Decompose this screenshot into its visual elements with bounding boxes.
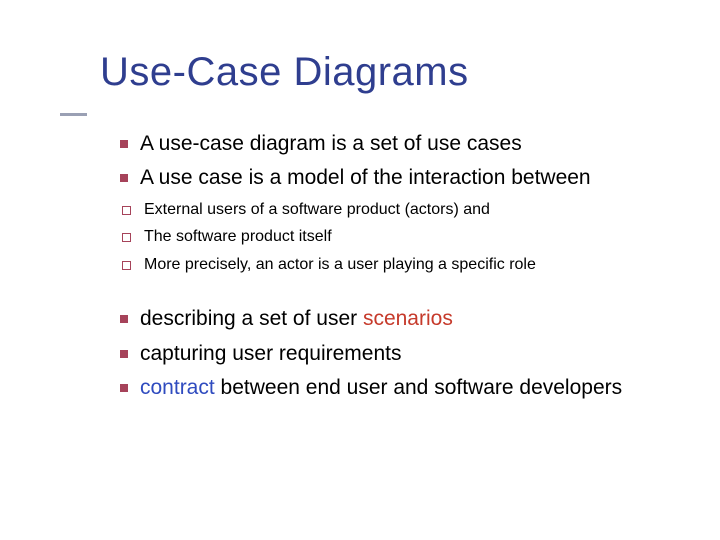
slide: Use-Case Diagrams A use-case diagram is … [0,0,720,540]
text: between end user and software developers [215,376,622,399]
list-item: A use case is a model of the interaction… [120,164,690,192]
list-item: A use-case diagram is a set of use cases [120,130,690,158]
list-item: contract between end user and software d… [120,374,690,402]
list-item: External users of a software product (ac… [122,199,690,221]
list-item: More precisely, an actor is a user playi… [122,254,690,276]
text: describing a set of user [140,307,363,330]
bullet-list: A use-case diagram is a set of use cases… [100,130,690,403]
accent-bar [60,113,87,116]
list-item: The software product itself [122,226,690,248]
list-item: capturing user requirements [120,340,690,368]
spacer [120,281,690,305]
list-item: describing a set of user scenarios [120,305,690,333]
emphasis-scenarios: scenarios [363,307,453,330]
slide-title: Use-Case Diagrams [100,50,690,95]
emphasis-contract: contract [140,376,215,399]
